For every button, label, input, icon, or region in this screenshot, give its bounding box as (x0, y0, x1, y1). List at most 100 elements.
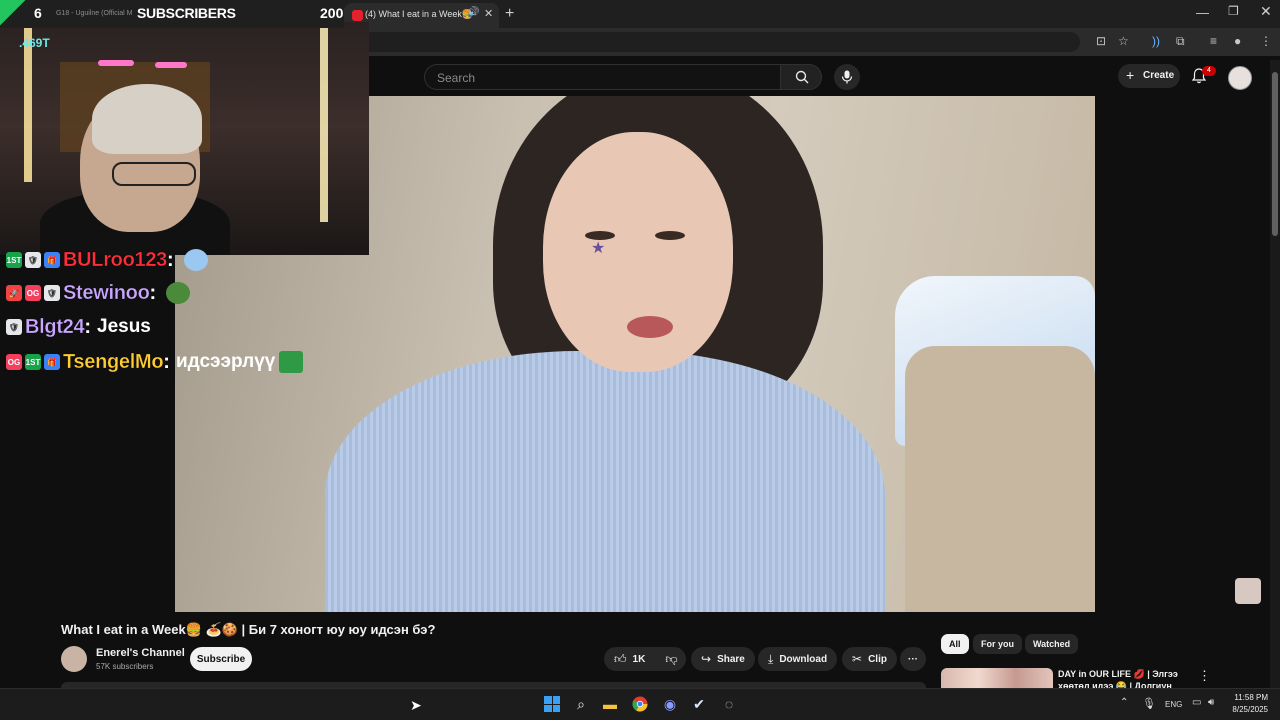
chip-watched[interactable]: Watched (1025, 634, 1079, 654)
create-label: Create (1143, 70, 1175, 81)
chat-message: 🛡 Blgt24 : Jesus (6, 315, 151, 339)
profile-icon[interactable]: ● (1234, 34, 1241, 48)
webcam-neon-lamp (98, 60, 134, 66)
channel-name[interactable]: Enerel's Channel (96, 647, 185, 659)
video-title: What I eat in a Week🍔 🍝🍪 | Би 7 хоногт ю… (61, 622, 436, 637)
chat-username: Stewinoo (63, 281, 150, 304)
notification-count-badge: 4 (1202, 66, 1216, 76)
recommendation-title-line2[interactable]: хөөтөл идээ 😂 | Долгиун (1058, 681, 1172, 688)
tray-volume-icon[interactable]: 🔊︎ (1208, 697, 1214, 708)
microphone-icon (841, 70, 853, 84)
pepe-emote-icon (166, 282, 191, 304)
tab-title: (4) What I eat in a Week🍔 (365, 9, 474, 19)
plus-icon: + (1126, 67, 1135, 83)
chat-badge: 🛡 (44, 285, 60, 301)
search-icon (795, 70, 809, 84)
chat-badge: 🚀 (6, 285, 22, 301)
speaker-icon[interactable]: 🔊 (467, 7, 479, 18)
new-tab-button[interactable]: + (505, 5, 514, 23)
like-dislike-group: 👍︎ 1K 👎︎ (604, 647, 686, 671)
windows-logo-icon (544, 696, 560, 712)
clip-button[interactable]: ✂ Clip (842, 647, 897, 671)
extension-audio-icon[interactable]: )) (1152, 34, 1160, 48)
recommendation-menu-icon[interactable]: ⋮ (1198, 668, 1211, 684)
search-button[interactable] (780, 64, 822, 90)
scissors-icon: ✂ (852, 652, 863, 666)
clip-label: Clip (868, 653, 887, 665)
chip-all[interactable]: All (941, 634, 969, 654)
taskbar-clock-date[interactable]: 8/25/2025 (1230, 705, 1268, 714)
webcam-light-strip (320, 22, 328, 222)
download-button[interactable]: ⤓ Download (758, 647, 838, 671)
media-controls-icon[interactable]: ≡ (1210, 34, 1217, 48)
channel-subscriber-count: 57K subscribers (96, 662, 154, 671)
subscriber-goal-target: 200 (320, 5, 344, 21)
webcam-stat-overlay: .469T (19, 36, 50, 50)
share-label: Share (717, 653, 745, 665)
thumbs-up-icon: 👍︎ (614, 651, 627, 666)
chat-badge: 🛡 (6, 319, 22, 335)
mouse-cursor-icon: ➤ (410, 697, 422, 713)
subscribe-button[interactable]: Subscribe (190, 647, 252, 671)
chat-message: OG 1ST 🎁 TsengelMo : идсээрлүү (6, 350, 304, 374)
extensions-puzzle-icon[interactable]: ⧉ (1176, 34, 1185, 49)
tray-language[interactable]: ENG (1165, 700, 1182, 709)
install-app-icon[interactable]: ⊡ (1096, 34, 1106, 48)
bookmark-star-icon[interactable]: ☆ (1118, 34, 1129, 48)
download-label: Download (779, 653, 828, 665)
download-icon: ⤓ (768, 651, 774, 666)
discord-icon[interactable]: ◉ (659, 693, 681, 715)
tray-network-icon[interactable]: ▭ (1192, 697, 1201, 708)
chat-text: Jesus (97, 316, 151, 337)
chat-colon: : (149, 281, 157, 304)
scrollbar-thumb[interactable] (1272, 72, 1278, 236)
steam-icon[interactable]: ✔ (688, 693, 710, 715)
chip-for-you[interactable]: For you (973, 634, 1022, 654)
browser-menu-icon[interactable]: ⋮ (1260, 34, 1272, 48)
subscriber-goal-progress (0, 0, 28, 28)
webcam-glasses (112, 162, 196, 186)
more-actions-button[interactable]: ··· (900, 647, 926, 671)
chat-badge: OG (6, 354, 22, 370)
miniplayer-thumbnail[interactable] (1235, 578, 1261, 604)
tray-microphone-icon[interactable]: 🎙︎ (1142, 697, 1156, 710)
start-button[interactable] (541, 693, 563, 715)
account-avatar[interactable] (1228, 66, 1252, 90)
chat-message: 🚀 OG 🛡 Stewinoo : (6, 281, 191, 305)
video-scene-seat (905, 346, 1095, 612)
chat-username: BULroo123 (63, 248, 168, 271)
subscriber-goal-label: SUBSCRIBERS (137, 5, 236, 21)
window-maximize-button[interactable]: ❐ (1228, 4, 1239, 18)
obs-icon[interactable]: ◌ (718, 693, 740, 715)
video-scene-shirt (325, 351, 885, 612)
recommendation-title[interactable]: DAY in OUR LIFE 💋 | Элгээ (1058, 669, 1178, 680)
taskbar-clock-time[interactable]: 11:58 PM (1234, 693, 1268, 702)
address-bar[interactable] (360, 32, 1080, 52)
window-close-button[interactable]: ✕ (1260, 3, 1272, 20)
chat-colon: : (167, 248, 174, 271)
create-button[interactable]: + Create (1118, 64, 1180, 88)
webcam-neon-lamp (155, 62, 187, 68)
search-input[interactable] (435, 70, 769, 86)
window-minimize-button[interactable]: — (1196, 5, 1209, 20)
recommendation-thumbnail[interactable] (941, 668, 1053, 688)
share-button[interactable]: ↪ Share (691, 647, 755, 671)
dislike-button[interactable]: 👎︎ (655, 647, 687, 671)
channel-avatar[interactable] (61, 646, 87, 672)
chat-badge: 🎁 (44, 252, 60, 268)
chat-emote-icon (183, 249, 208, 271)
chrome-logo-icon (632, 696, 648, 712)
taskbar-search-icon[interactable]: ⌕ (570, 693, 592, 715)
search-box[interactable] (424, 64, 781, 90)
chrome-icon[interactable] (629, 693, 651, 715)
tab-close-icon[interactable]: ✕ (484, 7, 493, 20)
voice-search-button[interactable] (834, 64, 860, 90)
chat-badge: 1ST (6, 252, 22, 268)
share-icon: ↪ (701, 652, 712, 666)
like-button[interactable]: 👍︎ 1K (604, 647, 655, 671)
video-scene-lips (627, 316, 673, 338)
now-playing-song: G18 - Uguilne (Official M (56, 10, 133, 17)
file-explorer-icon[interactable]: ▬ (599, 693, 621, 715)
tray-overflow-icon[interactable]: ⌃ (1120, 697, 1128, 708)
chat-badge: 🎁 (44, 354, 60, 370)
